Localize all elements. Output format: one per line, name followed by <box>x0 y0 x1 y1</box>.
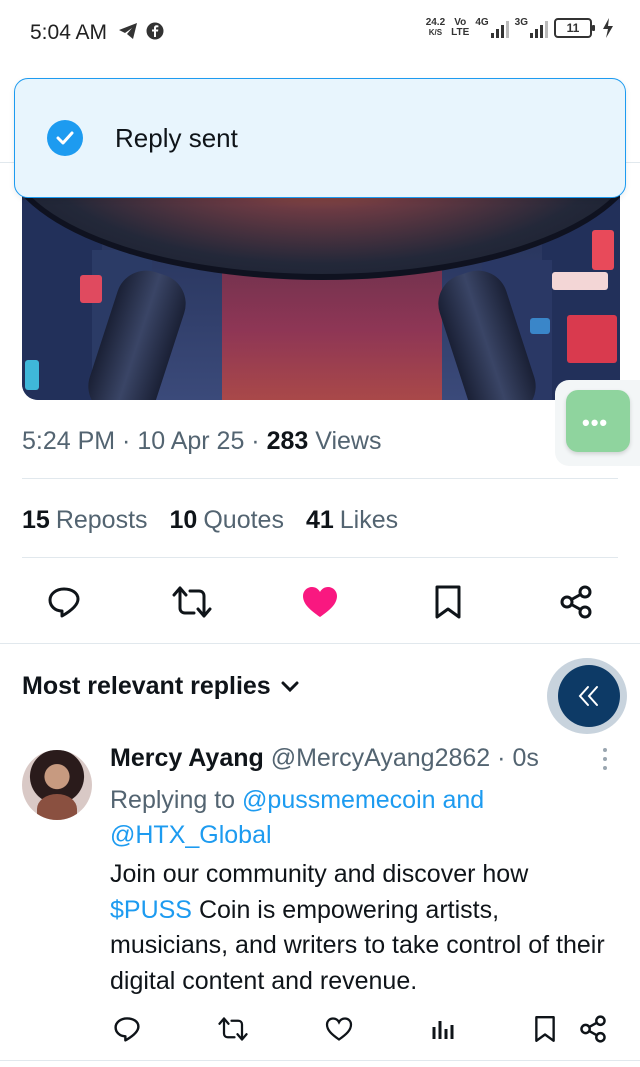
reply-bookmark-button[interactable] <box>528 1012 562 1046</box>
views-count: 283 <box>266 427 309 455</box>
reply-button[interactable] <box>42 580 86 624</box>
reply-text: Join our community and discover how $PUS… <box>110 860 605 995</box>
mention-link[interactable]: @pussmemecoin <box>242 786 436 814</box>
bookmark-icon <box>435 585 461 619</box>
like-button[interactable] <box>298 580 342 624</box>
status-notification-icons <box>118 22 164 40</box>
more-dots-icon: ••• <box>582 410 609 435</box>
share-button[interactable] <box>554 580 598 624</box>
replies-sort-dropdown[interactable]: Most relevant replies <box>22 672 299 701</box>
tweet-timestamp: 5:24 PM · 10 Apr 25 · 283 Views <box>22 427 382 455</box>
signal-3g: 3G <box>515 18 548 38</box>
avatar[interactable] <box>22 750 92 820</box>
network-speed: 24.2 K/S <box>425 17 446 38</box>
reply-icon <box>48 587 80 618</box>
divider <box>22 478 618 479</box>
status-system-icons: 24.2 K/S Vo LTE 4G 3G 11 <box>426 18 614 38</box>
repost-icon <box>218 1017 248 1041</box>
analytics-icon <box>432 1021 454 1039</box>
double-chevron-left-icon <box>578 686 598 706</box>
reply-like-button[interactable] <box>322 1012 356 1046</box>
views-label: Views <box>315 427 382 455</box>
replying-to: Replying to @pussmemecoin and @HTX_Globa… <box>110 786 485 849</box>
reply-icon <box>114 1017 140 1042</box>
reply-author-name[interactable]: Mercy Ayang <box>110 744 264 772</box>
reply-header: Mercy Ayang @MercyAyang2862 · 0s <box>110 744 539 772</box>
reply-repost-button[interactable] <box>216 1012 250 1046</box>
signal-4g: 4G <box>475 18 509 38</box>
more-options-icon[interactable] <box>598 748 612 778</box>
likes-stat[interactable]: 41 Likes <box>306 506 398 535</box>
divider <box>0 643 640 644</box>
status-time: 5:04 AM <box>30 21 108 44</box>
quotes-stat[interactable]: 10 Quotes <box>170 506 284 535</box>
mention-link[interactable]: @HTX_Global <box>110 821 272 849</box>
bookmark-button[interactable] <box>426 580 470 624</box>
reply-sent-toast: Reply sent <box>14 78 626 198</box>
signal-bars-icon <box>530 18 548 38</box>
share-icon <box>560 585 592 619</box>
chevron-down-icon <box>281 681 299 692</box>
toast-message: Reply sent <box>115 123 238 153</box>
collapse-fab-button[interactable] <box>558 665 620 727</box>
cashtag-link[interactable]: $PUSS <box>110 896 192 924</box>
check-circle-icon <box>47 120 83 156</box>
repost-icon <box>172 586 212 618</box>
reply-reply-button[interactable] <box>110 1012 144 1046</box>
repost-button[interactable] <box>170 580 214 624</box>
reply-views-button[interactable] <box>426 1012 460 1046</box>
divider <box>22 557 618 558</box>
reply-share-button[interactable] <box>576 1012 610 1046</box>
share-icon <box>580 1015 606 1043</box>
charging-icon <box>603 18 613 38</box>
bookmark-icon <box>535 1016 555 1042</box>
heart-outline-icon <box>325 1017 353 1041</box>
tweet-actions <box>22 580 618 624</box>
divider <box>0 1060 640 1061</box>
status-bar: 5:04 AM 24.2 K/S Vo LTE 4G 3G 11 <box>0 0 640 64</box>
facebook-icon <box>146 22 164 40</box>
reply-actions <box>110 1012 610 1046</box>
volte-indicator: Vo LTE <box>451 17 470 38</box>
battery-icon: 11 <box>554 18 595 38</box>
floating-menu-button[interactable]: ••• <box>566 390 630 452</box>
replies-sort-label: Most relevant replies <box>22 672 271 700</box>
reply-age: 0s <box>512 744 539 772</box>
heart-filled-icon <box>303 587 337 617</box>
tweet-stats: 15 Reposts 10 Quotes 41 Likes <box>22 506 398 535</box>
telegram-icon <box>119 23 137 39</box>
reposts-stat[interactable]: 15 Reposts <box>22 506 148 535</box>
signal-bars-icon <box>490 18 509 38</box>
reply-author-handle[interactable]: @MercyAyang2862 <box>271 744 490 772</box>
